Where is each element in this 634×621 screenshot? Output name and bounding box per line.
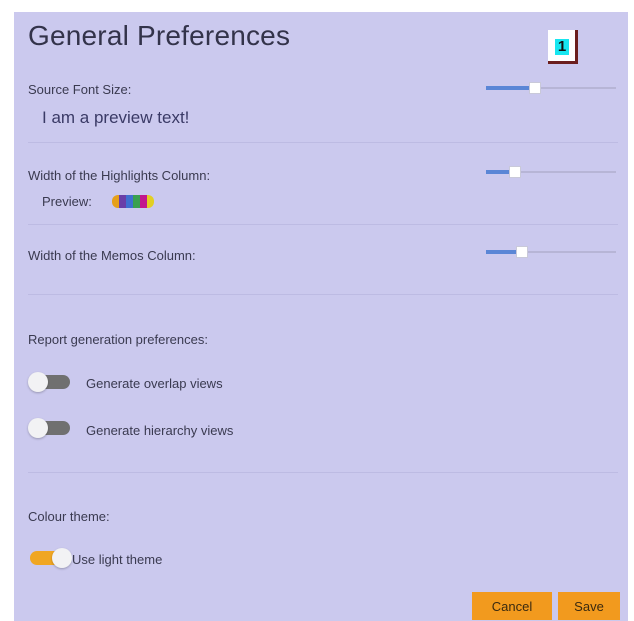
swatch-color bbox=[112, 195, 119, 208]
hierarchy-views-label: Generate hierarchy views bbox=[86, 423, 234, 438]
report-prefs-label: Report generation preferences: bbox=[28, 332, 208, 347]
highlights-width-slider[interactable] bbox=[486, 166, 616, 178]
overlap-views-toggle[interactable] bbox=[28, 372, 72, 392]
font-size-label: Source Font Size: bbox=[28, 82, 132, 97]
light-theme-toggle[interactable] bbox=[28, 548, 72, 568]
slider-fill bbox=[486, 86, 535, 90]
toggle-knob bbox=[52, 548, 72, 568]
dialog-title: General Preferences bbox=[28, 20, 291, 51]
memos-width-slider[interactable] bbox=[486, 246, 616, 258]
step-badge: 1 bbox=[548, 30, 578, 64]
divider bbox=[28, 224, 618, 225]
slider-thumb[interactable] bbox=[529, 82, 541, 94]
font-size-slider[interactable] bbox=[486, 82, 616, 94]
highlights-preview-label: Preview: bbox=[42, 194, 92, 209]
save-button[interactable]: Save bbox=[558, 592, 620, 620]
swatch-color bbox=[119, 195, 126, 208]
memos-width-label: Width of the Memos Column: bbox=[28, 248, 196, 263]
highlights-preview-swatch bbox=[112, 195, 154, 208]
colour-theme-label: Colour theme: bbox=[28, 509, 110, 524]
font-preview-text: I am a preview text! bbox=[42, 108, 190, 127]
toggle-knob bbox=[28, 418, 48, 438]
divider bbox=[28, 142, 618, 143]
slider-thumb[interactable] bbox=[516, 246, 528, 258]
cancel-button[interactable]: Cancel bbox=[472, 592, 552, 620]
divider bbox=[28, 294, 618, 295]
swatch-color bbox=[133, 195, 140, 208]
swatch-color bbox=[147, 195, 154, 208]
overlap-views-label: Generate overlap views bbox=[86, 376, 223, 391]
preferences-dialog: General Preferences 1 Source Font Size: … bbox=[14, 12, 628, 621]
light-theme-label: Use light theme bbox=[72, 552, 163, 567]
slider-thumb[interactable] bbox=[509, 166, 521, 178]
toggle-knob bbox=[28, 372, 48, 392]
swatch-color bbox=[140, 195, 147, 208]
swatch-color bbox=[126, 195, 133, 208]
hierarchy-views-toggle[interactable] bbox=[28, 418, 72, 438]
highlights-width-label: Width of the Highlights Column: bbox=[28, 168, 211, 183]
divider bbox=[28, 472, 618, 473]
step-badge-number: 1 bbox=[555, 39, 569, 55]
